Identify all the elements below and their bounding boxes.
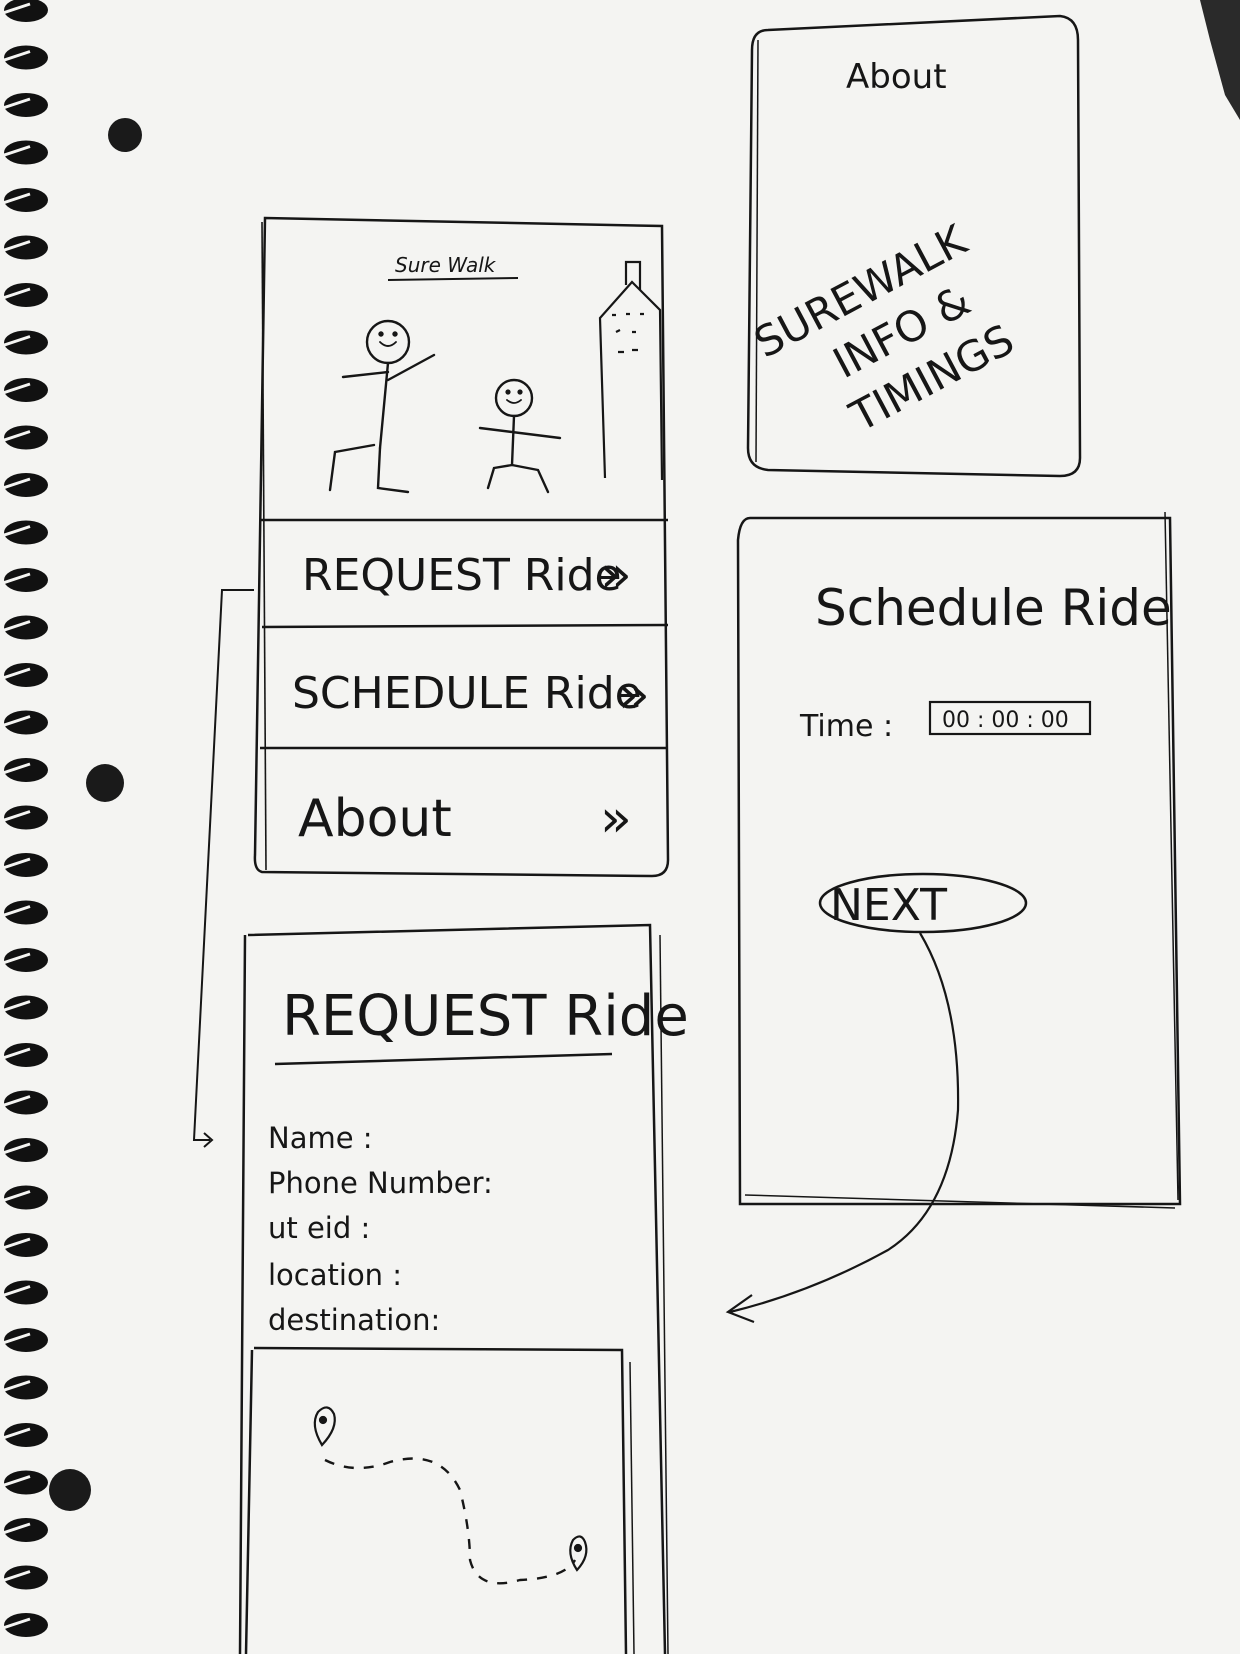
request-title: REQUEST Ride [282,984,689,1049]
next-button[interactable] [820,874,1026,934]
field-name-label: Name : [268,1121,373,1155]
punch-hole [86,764,124,802]
about-title: About [846,57,947,97]
punch-hole [49,1469,91,1511]
spiral-binding [0,0,48,1637]
field-destination-label: destination: [268,1303,440,1337]
request-ride-menu-item[interactable] [258,522,668,626]
time-label: Time : [799,709,893,744]
schedule-title: Schedule Ride [815,579,1172,637]
about-menu-item[interactable] [258,750,668,872]
field-location-label: location : [268,1258,402,1292]
schedule-ride-menu-item[interactable] [258,628,668,748]
field-phone-label: Phone Number: [268,1166,493,1200]
punch-hole [108,118,142,152]
field-eid-label: ut eid : [268,1211,370,1245]
time-input[interactable] [930,702,1090,734]
app-title: Sure Walk [395,253,497,277]
